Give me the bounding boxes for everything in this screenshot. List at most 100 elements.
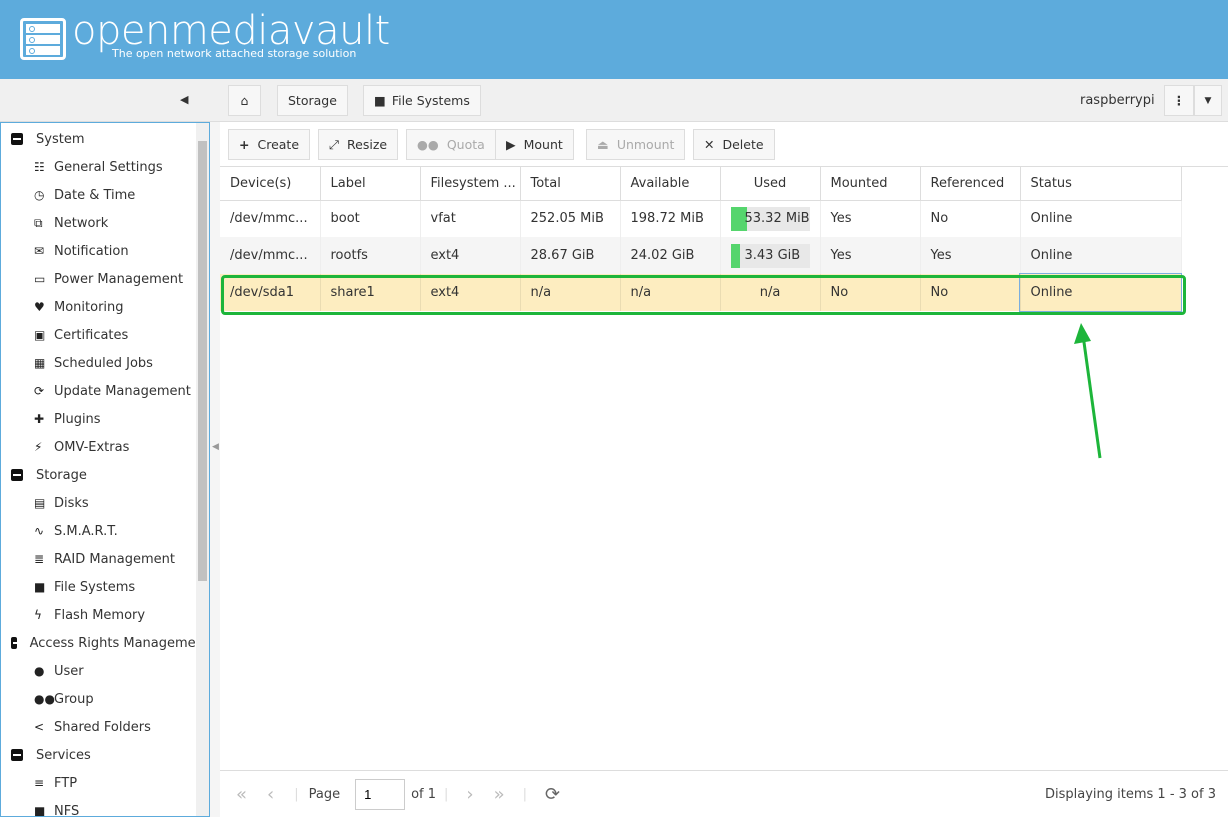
- more-menu-button[interactable]: ⋮: [1164, 85, 1194, 116]
- column-header[interactable]: Used: [720, 167, 821, 201]
- nav-item[interactable]: ▦ Scheduled Jobs: [1, 349, 209, 377]
- nav-item[interactable]: ■ File Systems: [1, 573, 209, 601]
- nav-item[interactable]: ■ NFS: [1, 797, 209, 817]
- collapse-icon: [11, 469, 23, 481]
- breadcrumb-bar: ◀ ⌂ Storage ■ File Systems raspberrypi ⋮ …: [0, 79, 1228, 122]
- toolbar: + Create ⤢ Resize ●● Quota ▶ Mount ⏏ Unmount …: [220, 122, 1228, 167]
- nav-item[interactable]: ▣ Certificates: [1, 321, 209, 349]
- create-button[interactable]: + Create: [228, 129, 311, 160]
- collapse-icon: [11, 133, 23, 145]
- nav-item[interactable]: ≣ RAID Management: [1, 545, 209, 573]
- nav-item[interactable]: ▤ Disks: [1, 489, 209, 517]
- cell-device: /dev/mmc...: [220, 200, 321, 237]
- nav-item[interactable]: ⚡ OMV-Extras: [1, 433, 209, 461]
- nav-label: S.M.A.R.T.: [54, 523, 118, 539]
- column-header[interactable]: Referenced: [920, 167, 1021, 201]
- nav-label: Power Management: [54, 271, 184, 287]
- nav-item[interactable]: ≡ FTP: [1, 769, 209, 797]
- nav-item[interactable]: ▭ Power Management: [1, 265, 209, 293]
- pager: « ‹ | Page of 1 | › » | ⟳ Displaying ite…: [220, 770, 1228, 817]
- nav-icon: ●●: [34, 692, 55, 706]
- nav-label: File Systems: [54, 579, 136, 595]
- nav-item[interactable]: ∿ S.M.A.R.T.: [1, 517, 209, 545]
- nav-icon: ✚: [34, 412, 45, 426]
- prev-page-icon[interactable]: ‹: [267, 784, 274, 805]
- nav-item[interactable]: ☷ General Settings: [1, 153, 209, 181]
- column-header[interactable]: Mounted: [820, 167, 921, 201]
- nav-item[interactable]: < Shared Folders: [1, 713, 209, 741]
- resize-button[interactable]: ⤢ Resize: [318, 129, 399, 160]
- refresh-icon[interactable]: ⟳: [545, 784, 560, 805]
- resize-icon: ⤢: [329, 136, 340, 152]
- nav-icon: ▭: [34, 272, 46, 286]
- nav-icon: ■: [34, 804, 46, 817]
- nav-item[interactable]: Storage: [1, 461, 209, 489]
- display-info: Displaying items 1 - 3 of 3: [1045, 786, 1216, 802]
- nav-item[interactable]: ✉ Notification: [1, 237, 209, 265]
- mount-button[interactable]: ▶ Mount: [495, 129, 574, 160]
- column-header[interactable]: Filesystem ...: [420, 167, 521, 201]
- arrow-annotation: [1074, 323, 1102, 459]
- nav-item[interactable]: Access Rights Management: [1, 629, 209, 657]
- first-page-icon[interactable]: «: [236, 784, 247, 805]
- delete-button[interactable]: ✕ Delete: [693, 129, 775, 160]
- nav-item[interactable]: ⟳ Update Management: [1, 377, 209, 405]
- unmount-button[interactable]: ⏏ Unmount: [586, 129, 686, 160]
- navigation-tree: System ☷ General Settings ◷ Date & Time ⧉ Netw…: [0, 122, 210, 817]
- hostname: raspberrypi: [1080, 93, 1155, 108]
- page-input[interactable]: [355, 778, 406, 810]
- cell-available: 198.72 MiB: [620, 200, 721, 237]
- nav-item[interactable]: ϟ Flash Memory: [1, 601, 209, 629]
- nav-label: Services: [36, 747, 91, 763]
- eject-icon: ⏏: [597, 137, 609, 152]
- button-label: Mount: [523, 137, 563, 152]
- usage-text: 53.32 MiB: [744, 210, 810, 226]
- quota-button[interactable]: ●● Quota: [406, 129, 496, 160]
- dropdown-button[interactable]: ▼: [1194, 85, 1222, 116]
- table-row[interactable]: /dev/mmc... rootfs ext4 28.67 GiB 24.02 GiB 3…: [220, 237, 1182, 274]
- nav-label: System: [36, 131, 85, 147]
- nav-label: Notification: [54, 243, 129, 259]
- column-header[interactable]: Status: [1020, 167, 1182, 201]
- nav-label: Monitoring: [54, 299, 124, 315]
- sidebar-scrollbar[interactable]: [196, 123, 209, 816]
- nav-label: Date & Time: [54, 187, 136, 203]
- nav-icon: ▤: [34, 496, 46, 510]
- nav-item[interactable]: System: [1, 125, 209, 153]
- nav-item[interactable]: ● User: [1, 657, 209, 685]
- nav-label: User: [54, 663, 84, 679]
- cell-mounted: Yes: [820, 237, 921, 274]
- column-header[interactable]: Label: [320, 167, 421, 201]
- button-label: Create: [257, 137, 300, 152]
- column-header[interactable]: Device(s): [220, 167, 321, 201]
- nav-label: Flash Memory: [54, 607, 146, 623]
- nav-label: NFS: [54, 803, 80, 817]
- nav-label: Group: [54, 691, 94, 707]
- nav-label: RAID Management: [54, 551, 176, 567]
- next-page-icon[interactable]: ›: [466, 784, 473, 805]
- nav-label: Shared Folders: [54, 719, 151, 735]
- table-row[interactable]: /dev/mmc... boot vfat 252.05 MiB 198.72 MiB 5…: [220, 200, 1182, 237]
- header: openmediavault The open network attached…: [0, 0, 1228, 79]
- nav-icon: ≡: [34, 776, 45, 790]
- cell-device: /dev/mmc...: [220, 237, 321, 274]
- breadcrumb-storage[interactable]: Storage: [277, 85, 348, 116]
- column-header[interactable]: Available: [620, 167, 721, 201]
- home-button[interactable]: ⌂: [228, 85, 261, 116]
- last-page-icon[interactable]: »: [494, 784, 505, 805]
- nav-item[interactable]: Services: [1, 741, 209, 769]
- nav-icon: ϟ: [34, 608, 42, 622]
- collapse-sidebar-icon[interactable]: ◀: [180, 93, 188, 106]
- nav-item[interactable]: ●● Group: [1, 685, 209, 713]
- nav-item[interactable]: ♥ Monitoring: [1, 293, 209, 321]
- nav-label: Certificates: [54, 327, 129, 343]
- nav-item[interactable]: ◷ Date & Time: [1, 181, 209, 209]
- splitter[interactable]: ◀: [210, 122, 220, 817]
- nav-item[interactable]: ✚ Plugins: [1, 405, 209, 433]
- cell-used: 3.43 GiB: [720, 237, 821, 274]
- button-label: Quota: [446, 137, 485, 152]
- breadcrumb-filesystems[interactable]: ■ File Systems: [363, 85, 481, 116]
- column-header[interactable]: Total: [520, 167, 621, 201]
- nav-item[interactable]: ⧉ Network: [1, 209, 209, 237]
- filesystems-panel: + Create ⤢ Resize ●● Quota ▶ Mount ⏏ Unmount …: [220, 122, 1228, 817]
